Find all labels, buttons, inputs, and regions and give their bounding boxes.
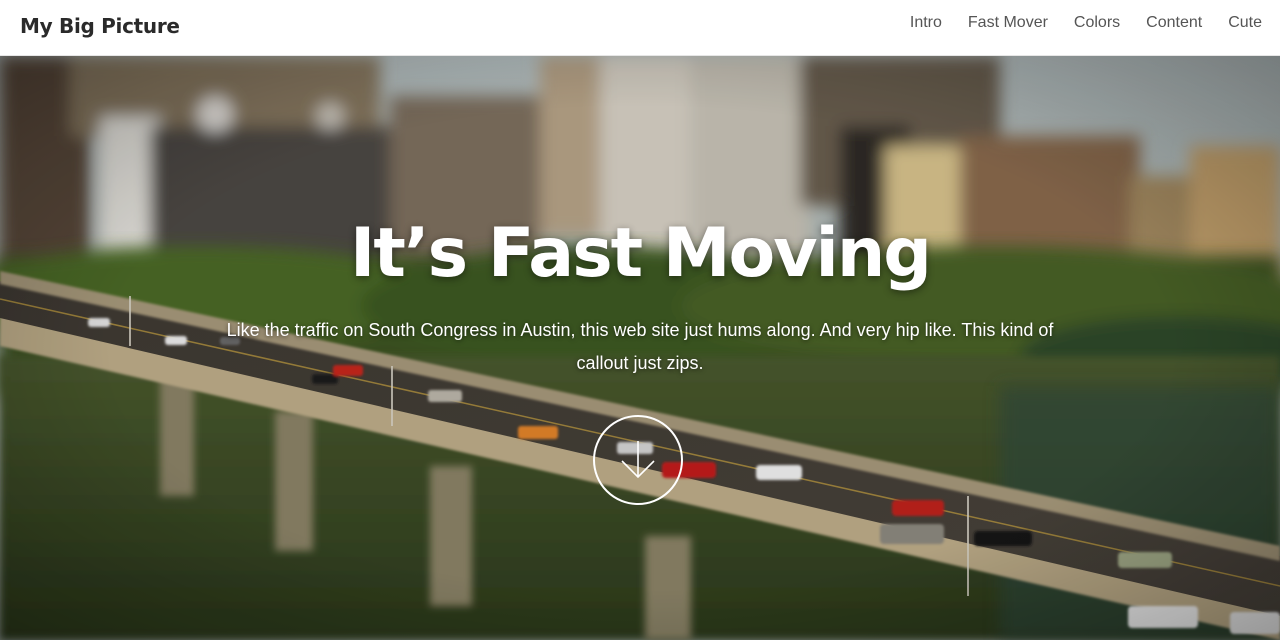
arrow-down-icon — [621, 441, 655, 479]
nav-link-colors[interactable]: Colors — [1074, 14, 1120, 31]
scroll-down-button[interactable] — [593, 415, 683, 505]
nav-link-content[interactable]: Content — [1146, 14, 1202, 31]
brand-logo-link[interactable]: My Big Picture — [20, 14, 180, 38]
nav-link-fast-mover[interactable]: Fast Mover — [968, 14, 1048, 31]
top-navbar: My Big Picture Intro Fast Mover Colors C… — [0, 0, 1280, 56]
hero-subtitle: Like the traffic on South Congress in Au… — [226, 320, 1054, 373]
nav-item-colors: Colors — [1074, 14, 1120, 32]
nav-item-cute: Cute — [1228, 14, 1262, 32]
nav-item-fast-mover: Fast Mover — [968, 14, 1048, 32]
nav-item-intro: Intro — [910, 14, 942, 32]
nav-link-cute[interactable]: Cute — [1228, 14, 1262, 31]
nav-link-intro[interactable]: Intro — [910, 14, 942, 31]
hero-title: It’s Fast Moving — [350, 214, 932, 293]
hero-section: It’s Fast Moving Like the traffic on Sou… — [0, 56, 1280, 640]
nav-item-content: Content — [1146, 14, 1202, 32]
nav-menu: Intro Fast Mover Colors Content Cute — [910, 14, 1262, 32]
